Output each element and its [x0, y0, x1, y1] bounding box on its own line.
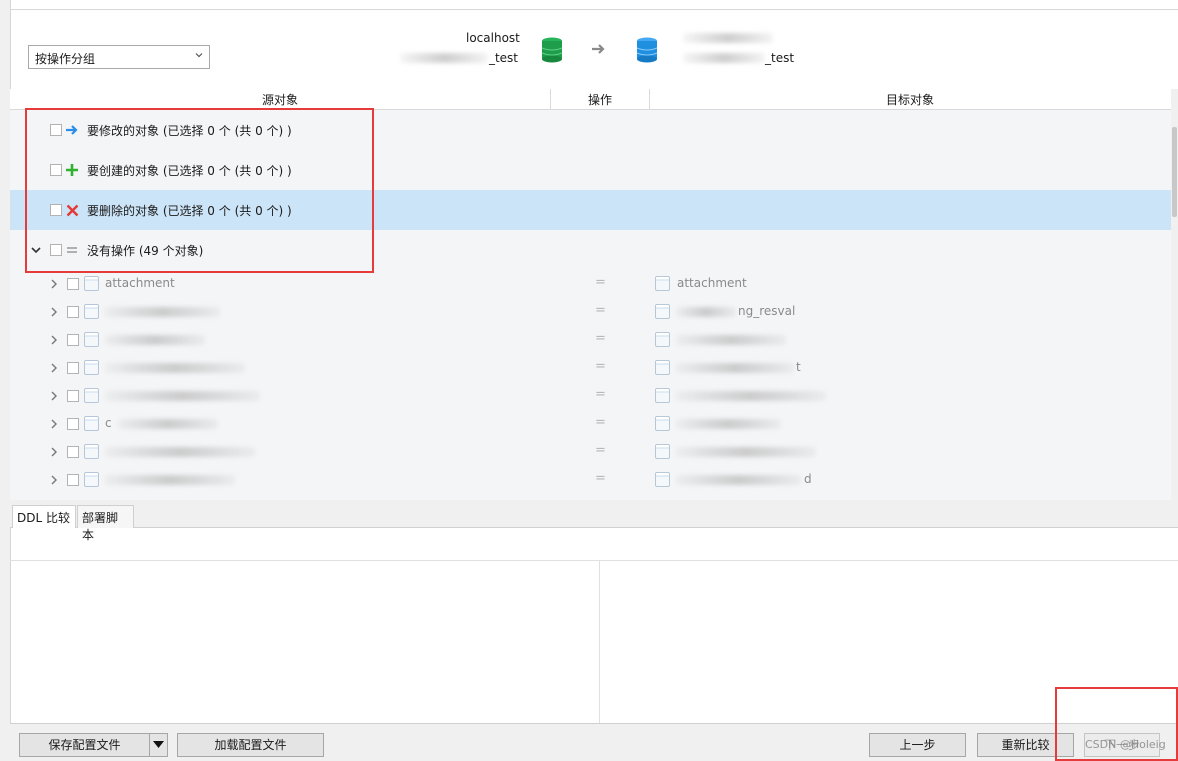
arrow-right-icon [592, 44, 605, 54]
item-op: = [595, 303, 606, 318]
table-icon [84, 472, 99, 487]
annotation-box-groups [25, 108, 374, 273]
list-item[interactable]: = t [10, 354, 1171, 382]
save-config-button[interactable]: 保存配置文件 [19, 733, 150, 757]
annotation-box-next [1055, 687, 1178, 761]
table-icon [84, 276, 99, 291]
tab-deploy-script[interactable]: 部署脚本 [77, 505, 134, 542]
target-database-icon [636, 37, 658, 63]
item-target: d [804, 472, 812, 486]
column-target[interactable]: 目标对象 [650, 91, 1170, 107]
table-icon [655, 360, 670, 375]
chevron-right-icon[interactable] [50, 279, 58, 289]
table-icon [84, 388, 99, 403]
chevron-down-icon [195, 53, 203, 58]
item-checkbox[interactable] [67, 306, 79, 318]
source-host: localhost [466, 31, 520, 45]
table-icon [655, 332, 670, 347]
list-item[interactable]: attachment = attachment [10, 270, 1171, 298]
tab-ddl-compare[interactable]: DDL 比较 [12, 505, 76, 528]
group-by-select[interactable]: 按操作分组 [28, 45, 210, 69]
item-checkbox[interactable] [67, 362, 79, 374]
chevron-right-icon[interactable] [50, 363, 58, 373]
list-item[interactable]: = [10, 382, 1171, 410]
table-icon [84, 304, 99, 319]
table-icon [84, 444, 99, 459]
group-by-value: 按操作分组 [35, 52, 96, 66]
prev-step-button[interactable]: 上一步 [869, 733, 966, 757]
column-source[interactable]: 源对象 [10, 91, 550, 107]
table-icon [84, 332, 99, 347]
item-target: t [796, 360, 801, 374]
chevron-right-icon[interactable] [50, 447, 58, 457]
top-divider [10, 9, 1178, 10]
column-operation[interactable]: 操作 [551, 91, 649, 107]
table-icon [655, 276, 670, 291]
load-config-button[interactable]: 加载配置文件 [177, 733, 324, 757]
item-target: ng_resval [738, 304, 796, 318]
source-database-icon [541, 37, 563, 63]
item-op: = [595, 471, 606, 486]
item-op: = [595, 415, 606, 430]
save-config-dropdown[interactable] [149, 733, 168, 757]
item-checkbox[interactable] [67, 334, 79, 346]
table-icon [655, 472, 670, 487]
ddl-pane-divider [10, 560, 1178, 561]
chevron-right-icon[interactable] [50, 419, 58, 429]
list-item[interactable]: c = [10, 410, 1171, 438]
scrollbar-thumb[interactable] [1172, 127, 1177, 217]
item-op: = [595, 387, 606, 402]
table-icon [655, 416, 670, 431]
chevron-right-icon[interactable] [50, 475, 58, 485]
column-header: 源对象 操作 目标对象 [10, 89, 1171, 110]
ddl-pane-splitter[interactable] [599, 561, 600, 723]
item-checkbox[interactable] [67, 446, 79, 458]
item-source: c [105, 416, 112, 430]
table-icon [655, 388, 670, 403]
chevron-right-icon[interactable] [50, 335, 58, 345]
item-op: = [595, 331, 606, 346]
target-host-redacted [683, 31, 783, 45]
item-op: = [595, 275, 606, 290]
vertical-scrollbar[interactable] [1171, 89, 1178, 500]
table-icon [655, 304, 670, 319]
target-db-name: _test [683, 50, 808, 66]
table-icon [84, 360, 99, 375]
source-db-name: _test [400, 50, 518, 66]
table-icon [655, 444, 670, 459]
item-checkbox[interactable] [67, 278, 79, 290]
item-op: = [595, 443, 606, 458]
item-source: attachment [105, 276, 175, 290]
list-item[interactable]: = ng_resval [10, 298, 1171, 326]
item-checkbox[interactable] [67, 390, 79, 402]
table-icon [84, 416, 99, 431]
list-item[interactable]: = d [10, 466, 1171, 494]
chevron-right-icon[interactable] [50, 391, 58, 401]
item-checkbox[interactable] [67, 418, 79, 430]
tab-strip [10, 500, 1178, 528]
dropdown-arrow-icon [153, 741, 164, 748]
item-op: = [595, 359, 606, 374]
list-item[interactable]: = [10, 438, 1171, 466]
item-checkbox[interactable] [67, 474, 79, 486]
chevron-right-icon[interactable] [50, 307, 58, 317]
list-item[interactable]: = [10, 326, 1171, 354]
item-target: attachment [677, 276, 747, 290]
